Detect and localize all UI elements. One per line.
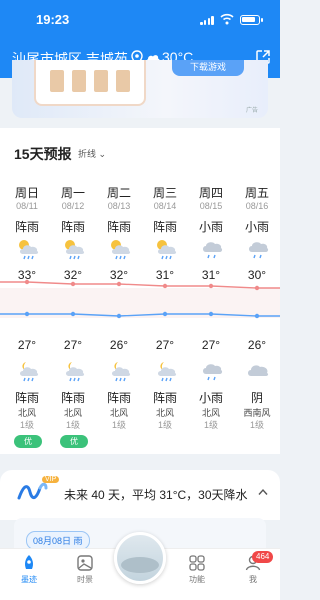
nav-item-moji[interactable]: 墨迹: [4, 554, 54, 585]
wifi-icon: [220, 13, 234, 25]
forty-day-banner[interactable]: VIP 未来 40 天，平均 31°C，30天降水: [0, 470, 280, 520]
moji-icon: [25, 555, 33, 569]
wind-level: 1级: [111, 420, 126, 430]
signal-icon: [200, 15, 214, 25]
wind-level: 1级: [203, 420, 218, 430]
day-date: 08/16: [245, 201, 269, 211]
thunder-shower-icon: [157, 240, 177, 260]
night-condition: 小雨: [198, 391, 223, 405]
ad-banner[interactable]: 下载游戏 广告: [12, 60, 268, 118]
night-shower-icon: [20, 362, 39, 382]
nav-item-features[interactable]: 功能: [172, 554, 222, 585]
ad-tag: 广告: [245, 108, 258, 114]
high-temperature: 31°: [201, 268, 221, 282]
overcast-icon: [248, 365, 269, 376]
day-date: 08/12: [61, 201, 85, 211]
night-shower-icon: [158, 362, 177, 382]
night-condition: 阵雨: [60, 391, 85, 405]
day-condition: 阵雨: [106, 220, 131, 234]
wind-level: 1级: [249, 420, 264, 430]
low-temperature: 27°: [17, 338, 37, 352]
day-date: 08/11: [16, 201, 38, 211]
wind-level: 1级: [19, 420, 34, 430]
day-name: 周三: [152, 186, 177, 200]
day-column[interactable]: 周五 08/16 小雨 30° 26° 阴西南风 1级: [237, 182, 277, 452]
low-temperature: 27°: [63, 338, 83, 352]
nav-label-gallery: 时景: [77, 575, 93, 584]
nav-label-me: 我: [249, 575, 257, 584]
view-toggle[interactable]: 折线 ⌄: [78, 147, 106, 160]
night-shower-icon: [66, 362, 85, 382]
day-name: 周日: [14, 186, 39, 200]
day-condition: 阵雨: [60, 220, 85, 234]
night-condition: 阵雨: [106, 391, 131, 405]
day-name: 周二: [106, 186, 131, 200]
high-temperature: 33°: [17, 268, 37, 282]
battery-icon: [240, 15, 263, 25]
night-condition: 阵雨: [14, 391, 39, 405]
day-condition: 阵雨: [152, 220, 177, 234]
aqi-badge: 优: [14, 435, 42, 448]
day-column[interactable]: 周三 08/14 阵雨 31° 27° 阵雨 北风 1级: [145, 182, 185, 452]
day-name: 周四: [198, 186, 223, 200]
day-column[interactable]: 周四 08/15 小雨 31° 27° 小雨 北风 1级: [191, 182, 231, 452]
chevron-up-icon[interactable]: [258, 488, 268, 496]
day-date: 08/13: [107, 201, 131, 211]
status-bar: 19:23: [0, 0, 280, 38]
thunder-shower-icon: [19, 240, 39, 260]
day-condition: 小雨: [198, 220, 223, 234]
light-rain-icon: [203, 364, 223, 381]
ad-download-button[interactable]: 下载游戏: [172, 60, 244, 76]
day-name: 周一: [60, 186, 85, 200]
chevron-down-icon: ⌄: [98, 149, 107, 159]
low-temperature: 27°: [201, 338, 221, 352]
high-temperature: 31°: [155, 268, 175, 282]
thunder-shower-icon: [111, 240, 131, 260]
low-temperature: 27°: [155, 338, 175, 352]
day-column[interactable]: 周二 08/13 阵雨 32° 26° 阵雨 北风 1级: [99, 182, 139, 452]
wind-level: 1级: [65, 420, 80, 430]
night-condition: 阵雨: [152, 391, 177, 405]
day-condition: 小雨: [244, 220, 269, 234]
night-shower-icon: [112, 362, 131, 382]
day-condition: 阵雨: [14, 220, 39, 234]
thunder-shower-icon: [65, 240, 85, 260]
day-date: 08/15: [199, 201, 223, 211]
high-temperature: 32°: [63, 268, 83, 282]
forty-day-summary: 未来 40 天，平均 31°C，30天降水: [64, 488, 248, 502]
night-condition: 阴: [250, 391, 263, 405]
forecast-card: 15天预报 折线 ⌄ 周日 08/11 阵雨 33° 27° 阵雨 北风 1级优周一 08/12…: [0, 128, 280, 454]
day-date: 08/14: [153, 201, 177, 211]
nav-label-features: 功能: [189, 575, 205, 584]
vip-badge: VIP: [42, 476, 60, 483]
nav-item-gallery[interactable]: 时景: [60, 554, 110, 585]
nav-label-moji: 墨迹: [21, 575, 37, 584]
gallery-icon: [77, 555, 93, 571]
aqi-badge: 优: [60, 435, 88, 448]
day-column[interactable]: 周一 08/12 阵雨 32° 27° 阵雨 北风 1级优: [53, 182, 93, 452]
light-rain-icon: [249, 242, 269, 259]
status-time: 19:23: [36, 12, 70, 27]
forecast-title: 15天预报: [14, 146, 72, 162]
grid-icon: [189, 555, 205, 571]
low-temperature: 26°: [109, 338, 129, 352]
notification-badge: 464: [252, 551, 274, 563]
high-temperature: 32°: [109, 268, 129, 282]
day-column[interactable]: 周日 08/11 阵雨 33° 27° 阵雨 北风 1级优: [7, 182, 47, 452]
low-temperature: 26°: [247, 338, 267, 352]
ad-illustration: [34, 60, 146, 106]
day-name: 周五: [244, 186, 269, 200]
light-rain-icon: [203, 242, 223, 259]
high-temperature: 30°: [247, 268, 267, 282]
view-toggle-label: 折线: [78, 149, 97, 159]
wind-level: 1级: [157, 420, 172, 430]
nav-center-button[interactable]: [114, 532, 166, 584]
